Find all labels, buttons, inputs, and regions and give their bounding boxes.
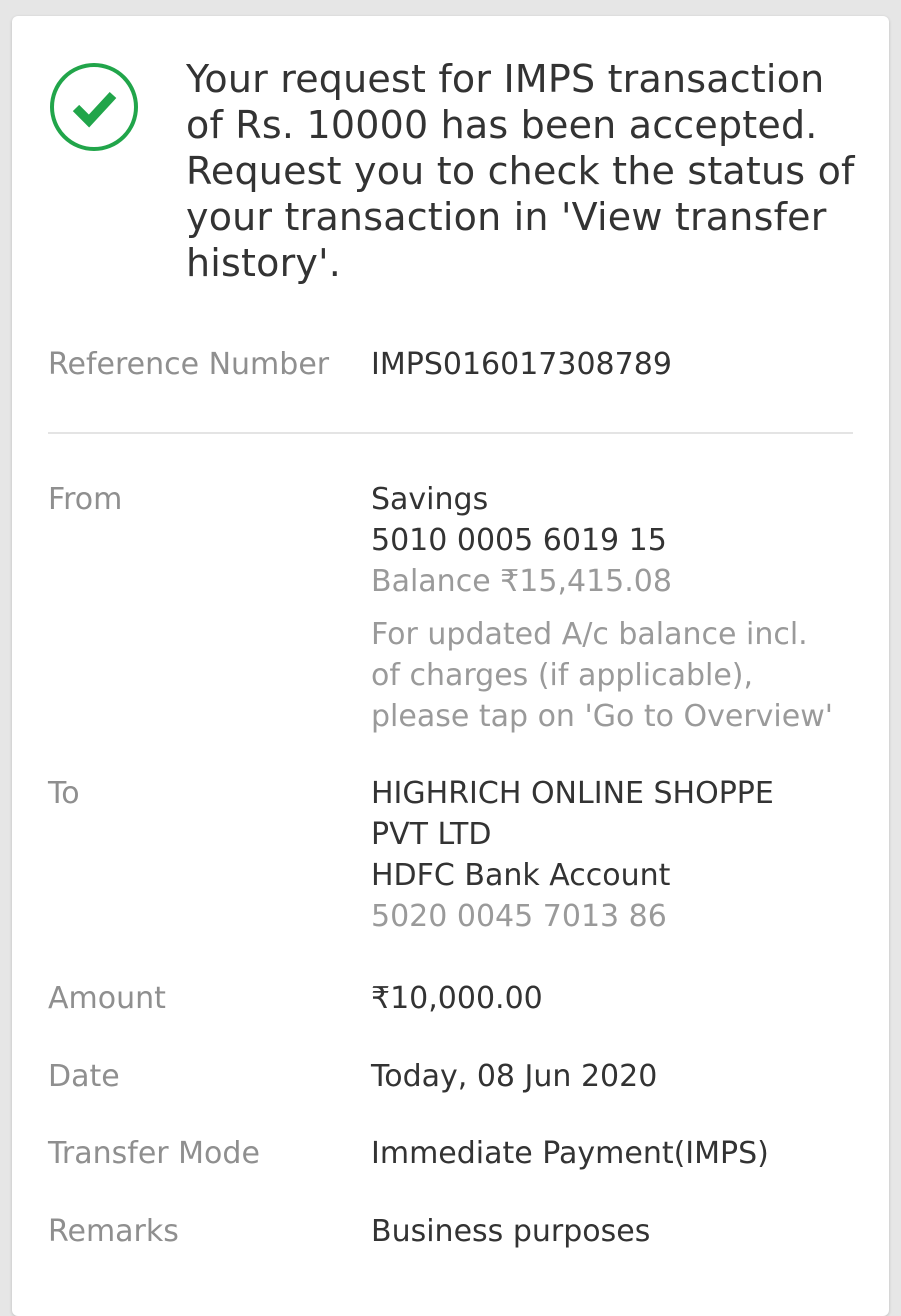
confirmation-message-line: history'. xyxy=(186,241,342,285)
payee-name-line: HIGHRICH ONLINE SHOPPE xyxy=(371,776,774,811)
from-details: Savings 5010 0005 6019 15 Balance ₹15,41… xyxy=(371,479,851,737)
confirmation-message-line: Request you to check the status of xyxy=(186,149,855,193)
check-circle-icon xyxy=(50,63,138,151)
date-label: Date xyxy=(48,1059,120,1094)
from-label: From xyxy=(48,482,123,517)
transaction-confirmation-card: Your request for IMPS transaction of Rs.… xyxy=(12,16,889,1316)
balance-note: For updated A/c balance incl. of charges… xyxy=(371,614,851,737)
amount-label: Amount xyxy=(48,981,166,1016)
from-balance: Balance ₹15,415.08 xyxy=(371,564,672,599)
balance-note-line: please tap on 'Go to Overview' xyxy=(371,699,833,734)
reference-number-label: Reference Number xyxy=(48,347,330,382)
amount-value: ₹10,000.00 xyxy=(371,981,543,1016)
to-label: To xyxy=(48,776,80,811)
remarks-label: Remarks xyxy=(48,1214,179,1249)
date-value: Today, 08 Jun 2020 xyxy=(371,1059,658,1094)
divider xyxy=(48,432,853,434)
balance-note-line: For updated A/c balance incl. xyxy=(371,617,808,652)
confirmation-message-line: of Rs. 10000 has been accepted. xyxy=(186,103,818,147)
balance-note-line: of charges (if applicable), xyxy=(371,658,754,693)
from-account-number: 5010 0005 6019 15 xyxy=(371,523,667,558)
payee-name-line: PVT LTD xyxy=(371,817,492,852)
reference-number-value: IMPS016017308789 xyxy=(371,347,672,382)
payee-bank: HDFC Bank Account xyxy=(371,858,671,893)
payee-account-number: 5020 0045 7013 86 xyxy=(371,899,667,934)
to-details: HIGHRICH ONLINE SHOPPE PVT LTD HDFC Bank… xyxy=(371,773,851,937)
confirmation-message-line: your transaction in 'View transfer xyxy=(186,195,827,239)
transfer-mode-label: Transfer Mode xyxy=(48,1136,260,1171)
transfer-mode-value: Immediate Payment(IMPS) xyxy=(371,1136,769,1171)
remarks-value: Business purposes xyxy=(371,1214,651,1249)
confirmation-message: Your request for IMPS transaction of Rs.… xyxy=(186,56,866,286)
confirmation-message-line: Your request for IMPS transaction xyxy=(186,57,825,101)
from-account-type: Savings xyxy=(371,482,489,517)
